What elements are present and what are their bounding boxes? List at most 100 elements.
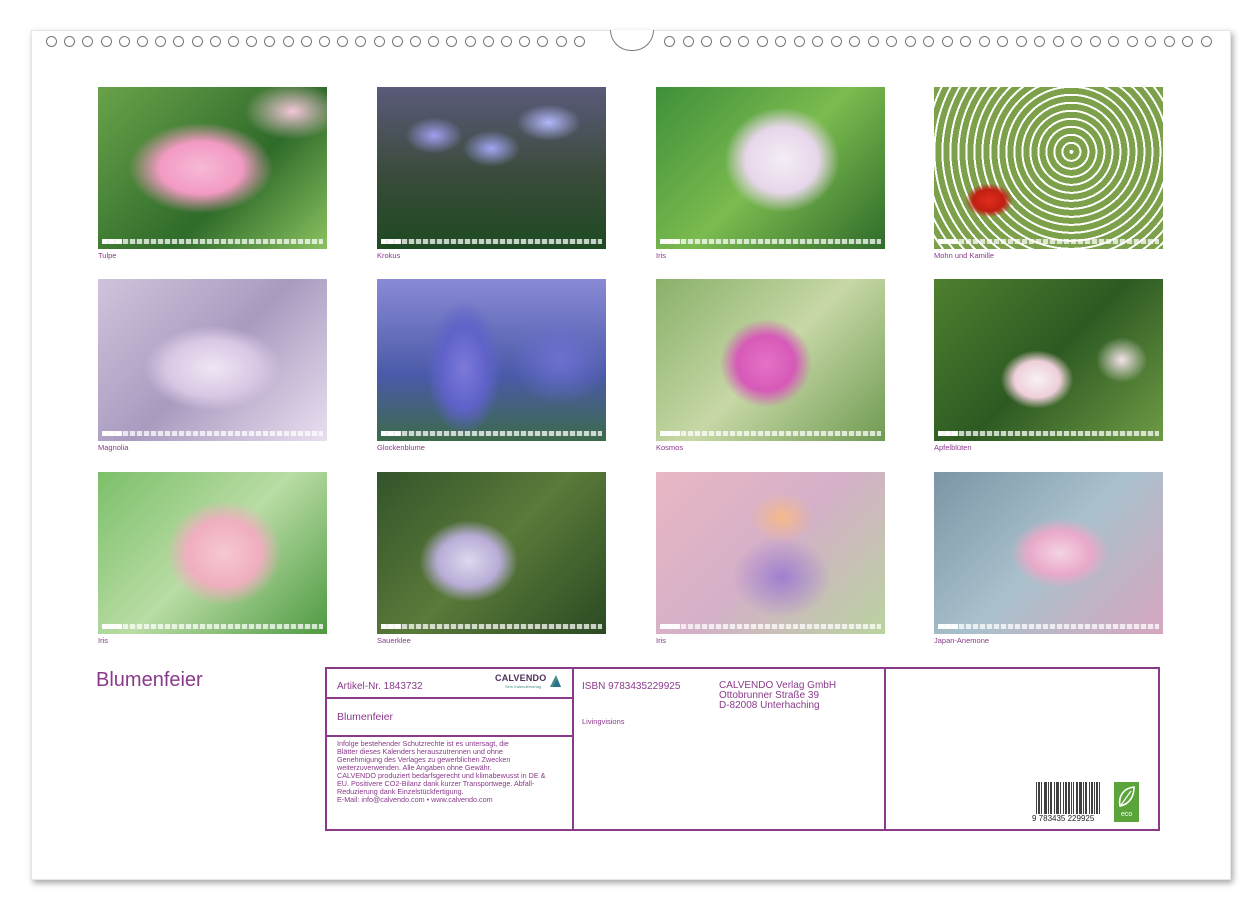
leaf-icon bbox=[1118, 786, 1135, 807]
binding-hole bbox=[173, 36, 185, 47]
binding-hole bbox=[1163, 36, 1175, 47]
binding-hole bbox=[118, 36, 130, 47]
binding-hole bbox=[300, 36, 312, 47]
month-photo bbox=[377, 87, 606, 249]
month-label-block bbox=[102, 624, 122, 629]
month-photo bbox=[934, 279, 1163, 441]
photo-caption: Apfelblüten bbox=[934, 443, 972, 452]
binding-hole bbox=[923, 36, 934, 47]
photo-caption: Iris bbox=[656, 636, 666, 645]
month-photo bbox=[377, 472, 606, 634]
date-strip bbox=[102, 431, 323, 436]
binding-hole bbox=[573, 36, 585, 47]
month-photo bbox=[377, 279, 606, 441]
publisher-address: CALVENDO Verlag GmbH Ottobrunner Straße … bbox=[719, 680, 837, 711]
binding-hole bbox=[701, 36, 712, 47]
photo-caption: Kosmos bbox=[656, 443, 684, 452]
binding-hole bbox=[446, 36, 458, 47]
barcode-icon bbox=[1036, 782, 1100, 814]
info-middle-column: ISBN 9783435229925 CALVENDO Verlag GmbH … bbox=[572, 669, 886, 829]
binding-hole bbox=[849, 36, 860, 47]
binding-hole bbox=[1200, 36, 1212, 47]
binding-hole bbox=[1145, 36, 1156, 47]
info-title: Blumenfeier bbox=[337, 711, 394, 723]
binding-hole bbox=[282, 36, 294, 47]
date-strip bbox=[660, 431, 881, 436]
date-strip bbox=[938, 239, 1159, 244]
binding-hole bbox=[1108, 36, 1119, 47]
binding-hole bbox=[82, 36, 94, 47]
month-photo bbox=[98, 472, 327, 634]
binding-hole bbox=[100, 36, 112, 47]
binding-hole bbox=[319, 36, 330, 47]
binding-hole bbox=[941, 36, 953, 47]
month-label-block bbox=[660, 431, 680, 436]
binding-hole bbox=[1052, 36, 1064, 47]
binding-hole bbox=[1182, 36, 1193, 47]
month-photo bbox=[98, 87, 327, 249]
photo-caption: Iris bbox=[656, 251, 666, 260]
binding-hole bbox=[482, 36, 494, 47]
photo-caption: Glockenblume bbox=[377, 443, 425, 452]
binding-hole bbox=[373, 36, 385, 47]
month-label-block bbox=[381, 431, 401, 436]
month-label-block bbox=[938, 239, 958, 244]
month-label-block bbox=[381, 624, 401, 629]
month-photo bbox=[656, 279, 885, 441]
info-left-column: Artikel-Nr. 1843732 CALVENDO Sein Kalend… bbox=[327, 669, 574, 829]
binding-hole bbox=[191, 36, 203, 47]
binding-hole bbox=[960, 36, 971, 47]
binding-hole bbox=[775, 36, 786, 47]
month-photo bbox=[934, 87, 1163, 249]
binding-hole bbox=[904, 36, 916, 47]
binding-hole bbox=[1034, 36, 1045, 47]
month-photo bbox=[656, 87, 885, 249]
eco-badge: eco bbox=[1114, 782, 1139, 822]
article-number: Artikel-Nr. 1843732 bbox=[337, 681, 423, 692]
binding-hole bbox=[793, 36, 805, 47]
binding-hole bbox=[1071, 36, 1082, 47]
binding-hole bbox=[428, 36, 440, 47]
binding-hole bbox=[137, 36, 148, 47]
isbn: ISBN 9783435229925 bbox=[582, 681, 681, 692]
month-label-block bbox=[660, 239, 680, 244]
month-label-block bbox=[102, 431, 122, 436]
binding-hole bbox=[1089, 36, 1101, 47]
photo-caption: Tulpe bbox=[98, 251, 117, 260]
binding-hole bbox=[64, 36, 76, 47]
date-strip bbox=[102, 239, 323, 244]
binding-hole bbox=[1126, 36, 1138, 47]
binding-hole bbox=[812, 36, 823, 47]
date-strip bbox=[660, 624, 881, 629]
binding-hole bbox=[264, 36, 276, 47]
binding-hole bbox=[337, 36, 349, 47]
binding-hole bbox=[555, 36, 567, 47]
photo-caption: Magnolia bbox=[98, 443, 129, 452]
photo-caption: Krokus bbox=[377, 251, 401, 260]
logo-mark-icon bbox=[550, 675, 561, 687]
photo-caption: Mohn und Kamille bbox=[934, 251, 995, 260]
month-label-block bbox=[381, 239, 401, 244]
binding-hole bbox=[1015, 36, 1027, 47]
month-label-block bbox=[102, 239, 122, 244]
binding-hole bbox=[519, 36, 531, 47]
binding-hole bbox=[719, 36, 731, 47]
binding-hole bbox=[830, 36, 842, 47]
author: Livingvisions bbox=[582, 717, 625, 726]
month-label-block bbox=[938, 431, 958, 436]
binding-hole bbox=[682, 36, 694, 47]
calvendo-logo: CALVENDO Sein Kalenderverlag bbox=[495, 673, 565, 693]
month-photo bbox=[656, 472, 885, 634]
month-label-block bbox=[938, 624, 958, 629]
photo-caption: Iris bbox=[98, 636, 108, 645]
binding-hole bbox=[246, 36, 258, 47]
binding-hole bbox=[228, 36, 239, 47]
info-box: Artikel-Nr. 1843732 CALVENDO Sein Kalend… bbox=[325, 667, 1160, 831]
binding-hole bbox=[501, 36, 512, 47]
month-photo bbox=[934, 472, 1163, 634]
binding-hole bbox=[738, 36, 749, 47]
date-strip bbox=[938, 624, 1159, 629]
binding-hole bbox=[391, 36, 403, 47]
photo-caption: Sauerklee bbox=[377, 636, 411, 645]
date-strip bbox=[381, 431, 602, 436]
